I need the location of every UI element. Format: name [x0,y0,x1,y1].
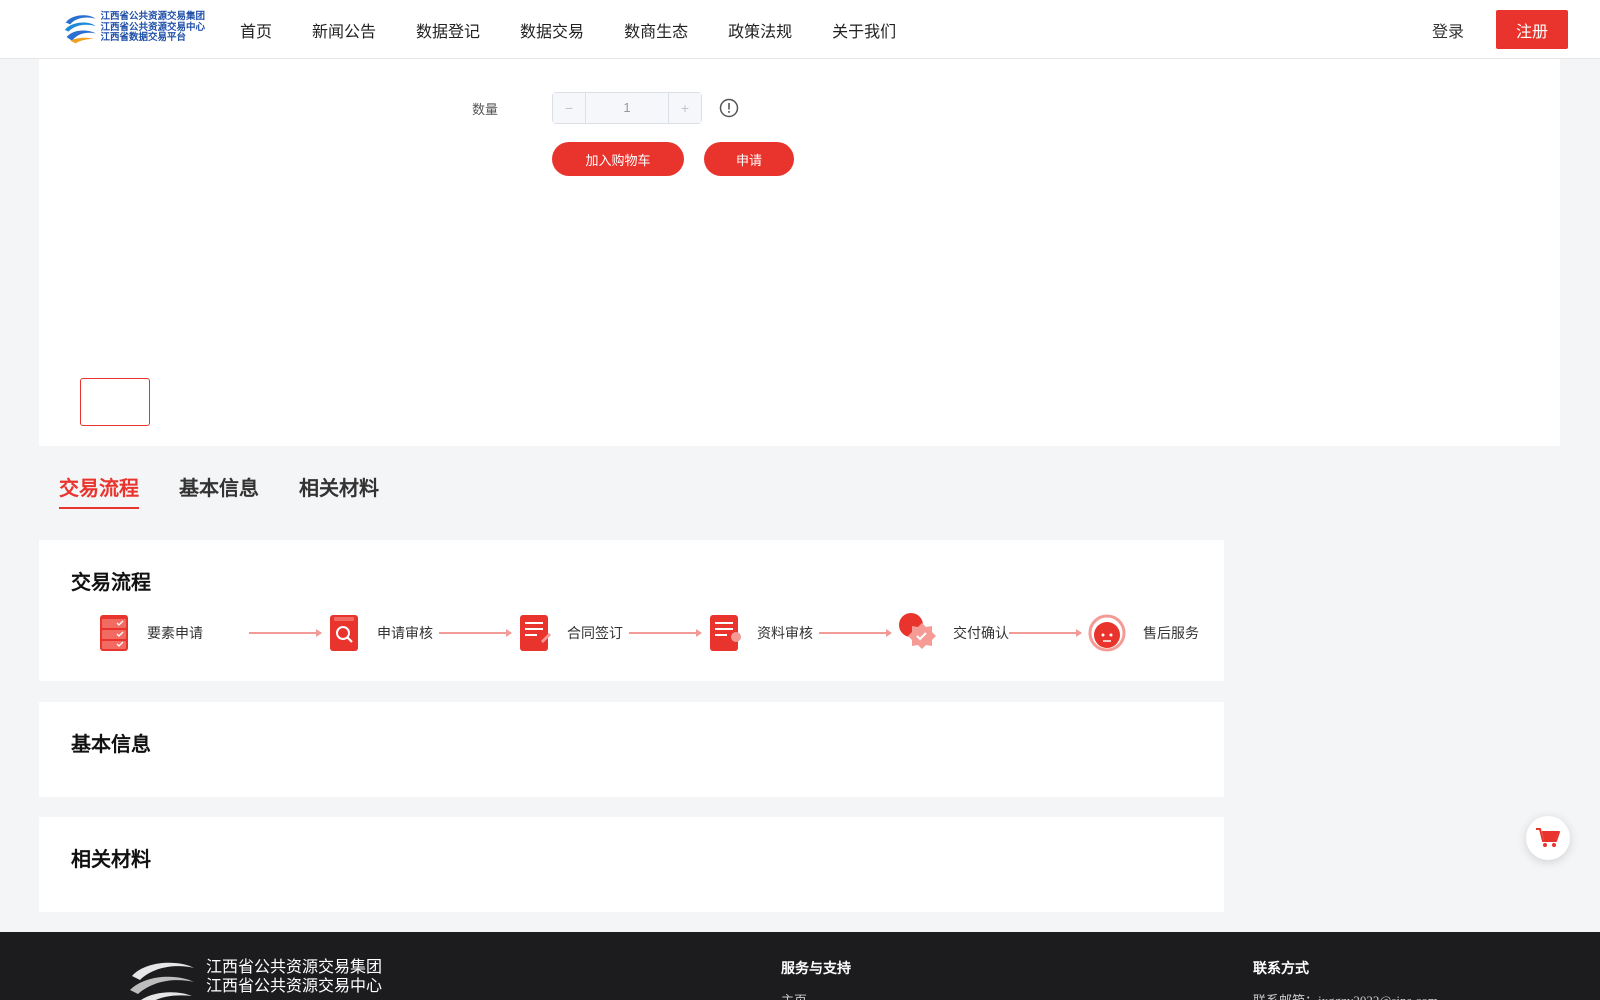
footer-link-home[interactable]: 主页 [781,990,851,1000]
footer-contact-email: 联系邮箱：jxggzy2022@sina.com [1253,990,1438,1000]
flow-arrow [819,629,892,637]
footer-service-title: 服务与支持 [781,960,851,976]
nav-data-registration[interactable]: 数据登记 [416,18,480,42]
quantity-stepper: − 1 + [552,92,702,124]
nav-ecosystem[interactable]: 数商生态 [624,18,688,42]
apply-button[interactable]: 申请 [704,142,794,176]
quantity-decrease-button[interactable]: − [553,93,586,123]
section-title: 相关材料 [71,849,151,871]
tab-materials[interactable]: 相关材料 [299,472,379,509]
footer-contact-column: 联系方式 联系邮箱：jxggzy2022@sina.com [1253,958,1438,1000]
product-panel [39,59,1560,446]
customer-service-icon [1088,614,1126,652]
flow-arrow [1009,629,1082,637]
section-title: 交易流程 [71,572,151,594]
footer-logo-text: 江西省公共资源交易集团 江西省公共资源交易中心 [206,958,382,1000]
flow-step: 合同签订 [517,612,623,654]
footer-logo-line: 江西省公共资源交易集团 [206,959,383,976]
materials-section: 相关材料 [39,817,1224,912]
flow-step-label: 申请审核 [377,625,433,641]
nav-policies[interactable]: 政策法规 [728,18,792,42]
main-nav: 首页 新闻公告 数据登记 数据交易 数商生态 政策法规 关于我们 [240,0,936,59]
nav-data-trading[interactable]: 数据交易 [520,18,584,42]
contract-sign-icon [520,615,551,651]
shopping-cart-icon [1536,828,1560,847]
register-button[interactable]: 注册 [1496,10,1568,49]
logo-swirl-icon [64,15,96,44]
checklist-icon [100,615,128,651]
info-icon[interactable] [719,98,739,118]
flow-step: 资料审核 [707,612,813,654]
logo-swirl-icon [130,962,194,1000]
footer-service-column: 服务与支持 主页 [781,958,851,1000]
top-navigation-bar: 江西省公共资源交易集团 江西省公共资源交易中心 江西省数据交易平台 首页 新闻公… [0,0,1600,59]
footer: 江西省公共资源交易集团 江西省公共资源交易中心 服务与支持 主页 联系方式 联系… [0,932,1600,1000]
add-to-cart-button[interactable]: 加入购物车 [552,142,684,176]
document-review-icon [710,615,741,651]
flow-step-label: 要素申请 [147,625,203,641]
tab-basic-info[interactable]: 基本信息 [179,472,259,509]
footer-contact-title: 联系方式 [1253,960,1309,976]
flow-step-label: 合同签订 [567,625,623,641]
quantity-value[interactable]: 1 [586,93,668,123]
floating-cart-button[interactable] [1526,816,1570,860]
logo-line: 江西省公共资源交易集团 [100,12,205,23]
logo-line: 江西省数据交易平台 [100,33,186,44]
logo-text: 江西省公共资源交易集团 江西省公共资源交易中心 江西省数据交易平台 [100,12,205,44]
flow-step-label: 交付确认 [953,625,1009,641]
tab-trading-process[interactable]: 交易流程 [59,472,139,509]
quantity-label: 数量 [472,102,499,117]
nav-news[interactable]: 新闻公告 [312,18,376,42]
flow-step: 申请审核 [327,612,433,654]
flow-step-label: 售后服务 [1143,625,1199,641]
flow-arrow [439,629,512,637]
detail-tabs: 交易流程 基本信息 相关材料 [59,472,419,509]
flow-step: 要素申请 [97,612,203,654]
delivery-confirm-icon [899,613,936,649]
site-logo[interactable]: 江西省公共资源交易集团 江西省公共资源交易中心 江西省数据交易平台 [63,10,205,46]
flow-arrow [249,629,322,637]
section-title: 基本信息 [71,734,151,756]
logo-line: 江西省公共资源交易中心 [100,22,205,33]
trading-process-section: 交易流程 要素申请 申请审核 合同签订 资料审核 交付确认 售后服务 [39,540,1224,681]
flow-arrow [629,629,702,637]
search-review-icon [330,615,358,651]
product-thumbnail[interactable] [80,378,150,426]
flow-step-label: 资料审核 [757,625,813,641]
login-link[interactable]: 登录 [1432,18,1464,42]
flow-step: 售后服务 [1087,612,1199,654]
nav-about-us[interactable]: 关于我们 [832,18,896,42]
flow-step: 交付确认 [897,612,1009,654]
footer-logo-line: 江西省公共资源交易中心 [206,978,383,995]
basic-info-section: 基本信息 [39,702,1224,797]
footer-logo: 江西省公共资源交易集团 江西省公共资源交易中心 [128,958,382,1000]
nav-home[interactable]: 首页 [240,18,272,42]
quantity-increase-button[interactable]: + [668,93,701,123]
